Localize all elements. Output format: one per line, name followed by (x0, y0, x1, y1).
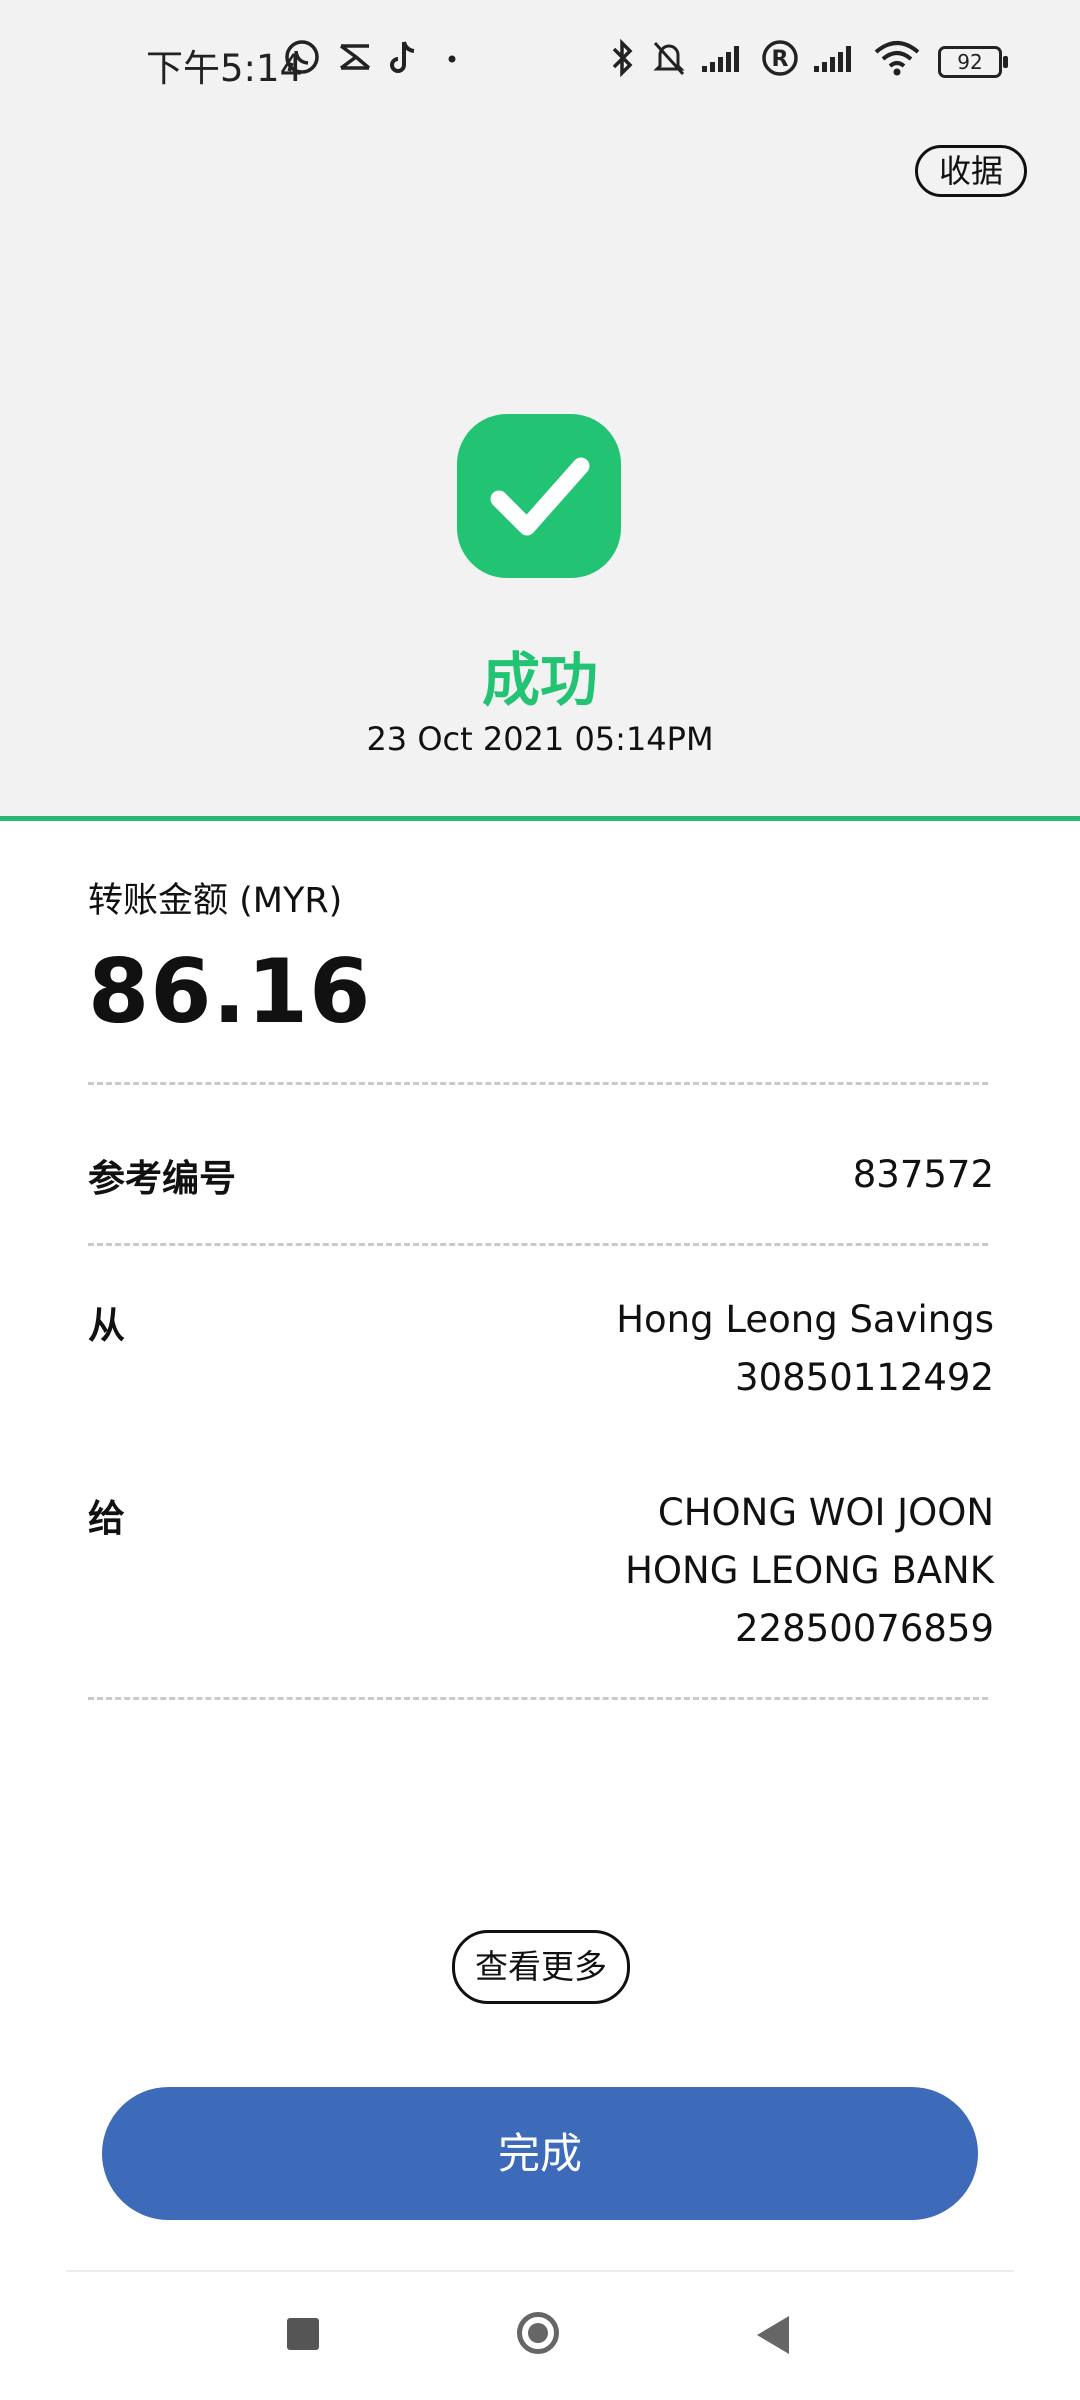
battery-level: 92 (957, 50, 983, 74)
from-account: Hong Leong Savings 30850112492 (616, 1291, 994, 1407)
tiktok-icon (390, 41, 415, 73)
from-account-number: 30850112492 (735, 1356, 994, 1399)
app-icon (339, 44, 371, 70)
divider (88, 1243, 988, 1246)
nav-divider (66, 2270, 1014, 2272)
signal-icon (814, 46, 851, 72)
mute-icon (653, 41, 685, 76)
from-account-name: Hong Leong Savings (616, 1298, 994, 1341)
to-account-name: CHONG WOI JOON (657, 1491, 994, 1534)
wifi-icon (874, 41, 920, 76)
status-title: 成功 (481, 646, 598, 714)
view-more-button[interactable]: 查看更多 (452, 1930, 630, 2004)
success-check-icon (457, 414, 621, 578)
bluetooth-icon (612, 38, 633, 78)
receipt-button[interactable]: 收据 (915, 145, 1027, 197)
amount-value: 86.16 (88, 940, 372, 1043)
header-divider (0, 816, 1080, 821)
signal-icon (702, 46, 739, 72)
dot-icon (448, 55, 456, 63)
to-account: CHONG WOI JOON HONG LEONG BANK 228500768… (625, 1484, 994, 1658)
status-time: 下午5:14 (146, 47, 304, 90)
status-bar: 下午5:14 R 92 (0, 0, 1080, 120)
to-label: 给 (88, 1497, 125, 1540)
transaction-datetime: 23 Oct 2021 05:14PM (366, 720, 714, 758)
to-account-number: 22850076859 (735, 1607, 994, 1650)
reference-label: 参考编号 (88, 1157, 236, 1200)
registered-icon: R (762, 40, 798, 76)
divider (88, 1697, 988, 1700)
done-button[interactable]: 完成 (102, 2087, 978, 2220)
back-icon[interactable] (757, 2316, 789, 2354)
home-icon[interactable] (517, 2312, 559, 2354)
divider (88, 1082, 988, 1085)
svg-text:R: R (772, 47, 789, 72)
amount-label: 转账金额 (MYR) (88, 881, 343, 921)
battery-icon: 92 (938, 46, 1008, 78)
to-bank-name: HONG LEONG BANK (625, 1549, 994, 1592)
recent-apps-icon[interactable] (287, 2318, 319, 2350)
reference-value: 837572 (852, 1153, 994, 1196)
whatsapp-icon (285, 40, 319, 74)
from-label: 从 (88, 1304, 125, 1347)
